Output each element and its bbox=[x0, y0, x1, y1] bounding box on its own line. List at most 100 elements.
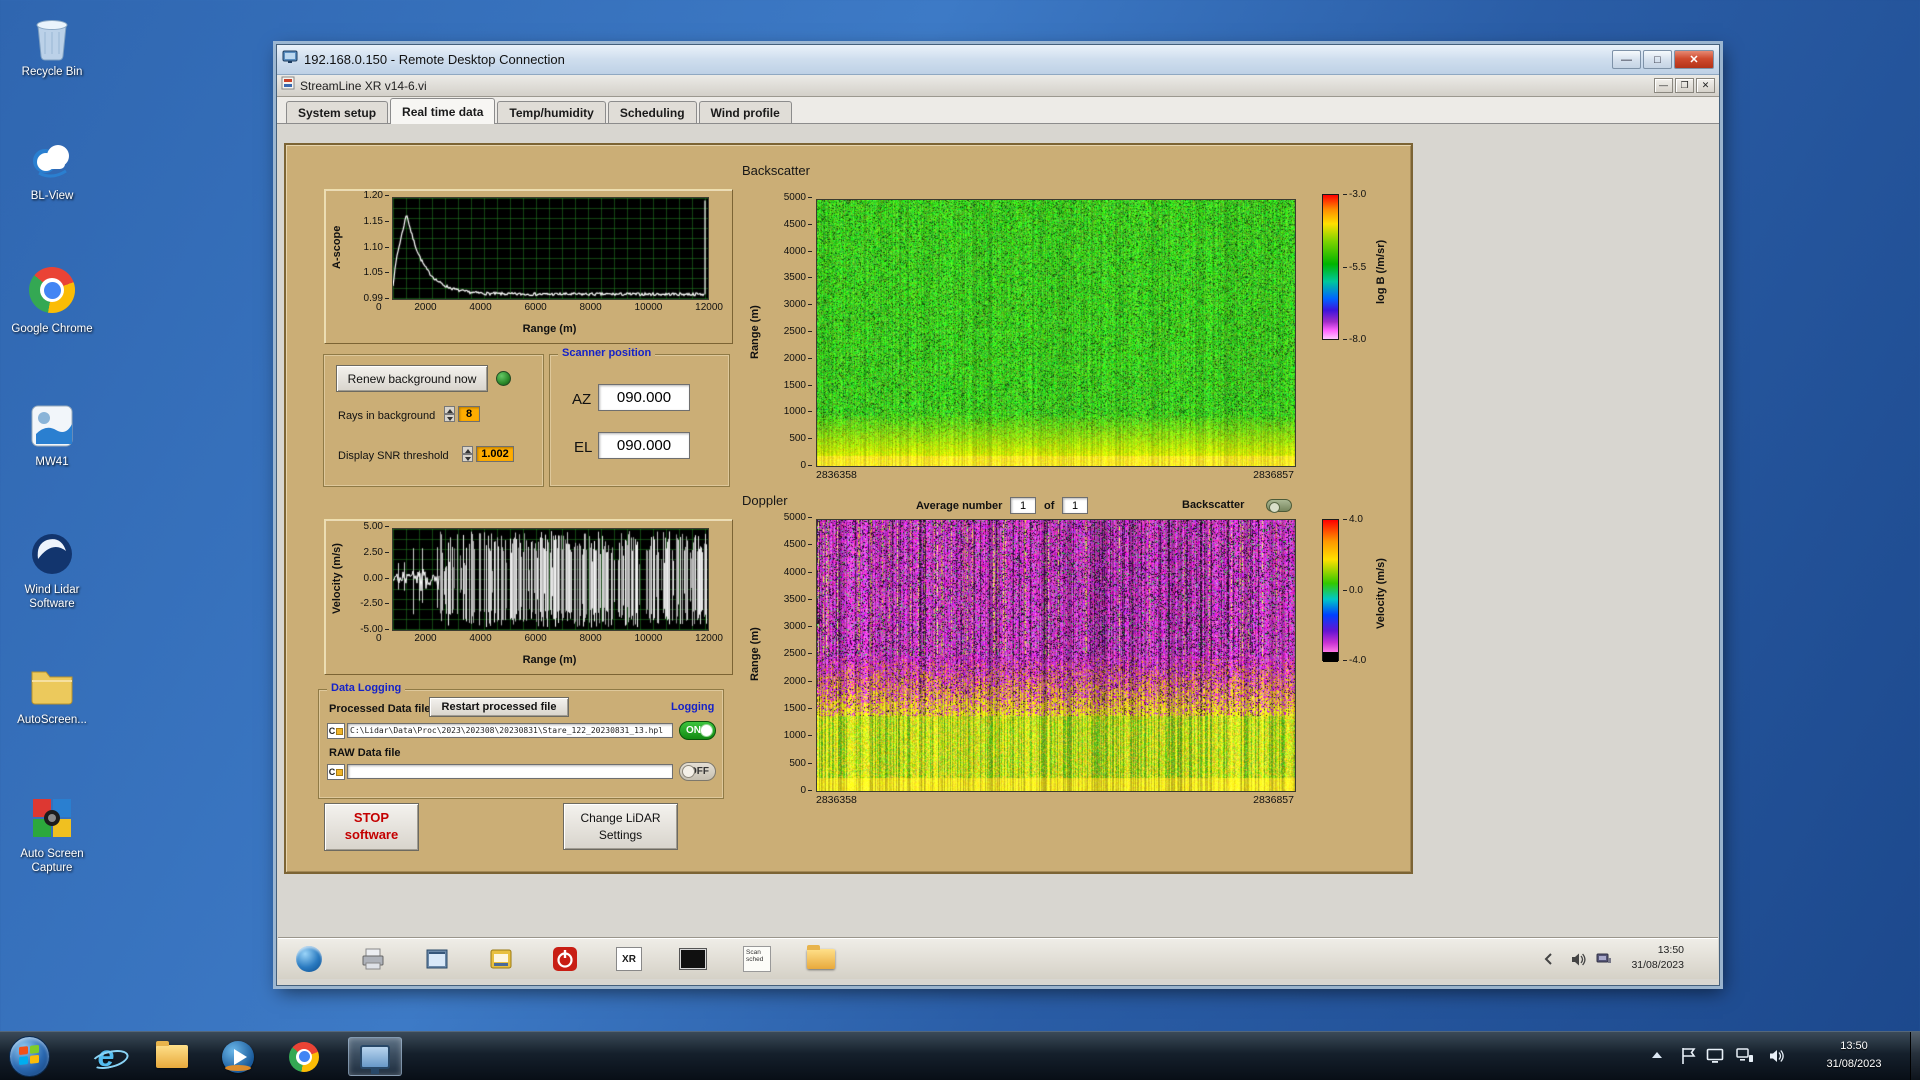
tab-scheduling[interactable]: Scheduling bbox=[607, 101, 697, 123]
tick-label: -2.50 bbox=[360, 599, 389, 609]
tick-label: 3500 bbox=[784, 594, 812, 605]
start-button[interactable] bbox=[9, 1036, 50, 1077]
chrome-icon bbox=[289, 1041, 319, 1072]
app-titlebar[interactable]: StreamLine XR v14-6.vi — ❐ ✕ bbox=[277, 75, 1719, 97]
remote-tray-chevron[interactable] bbox=[1542, 952, 1558, 968]
app-restore-button[interactable]: ❐ bbox=[1675, 78, 1694, 93]
backscatter-title: Backscatter bbox=[742, 163, 810, 178]
tick-label: 0.0 bbox=[1343, 585, 1366, 596]
restart-processed-file-button[interactable]: Restart processed file bbox=[429, 697, 569, 717]
remote-taskbar-app1[interactable] bbox=[420, 944, 454, 974]
taskbar-media-player[interactable] bbox=[216, 1037, 260, 1076]
taskbar-chrome[interactable] bbox=[282, 1037, 326, 1076]
desktop-icon-wind-lidar[interactable]: Wind Lidar Software bbox=[2, 528, 102, 612]
remote-taskbar-app2[interactable] bbox=[484, 944, 518, 974]
app-minimize-button[interactable]: — bbox=[1654, 78, 1673, 93]
remote-start-orb[interactable] bbox=[292, 944, 326, 974]
tray-network[interactable] bbox=[1736, 1048, 1754, 1069]
doppler-colorbar-ticks: 4.0 0.0 -4.0 bbox=[1343, 514, 1366, 666]
average-number-field[interactable]: 1 bbox=[1010, 497, 1036, 514]
tab-system-setup[interactable]: System setup bbox=[286, 101, 389, 123]
remote-taskbar-printer[interactable] bbox=[356, 944, 390, 974]
rdp-icon bbox=[282, 50, 298, 69]
el-value-field[interactable]: 090.000 bbox=[598, 432, 690, 459]
tab-label: System setup bbox=[298, 105, 377, 120]
remote-taskbar-console[interactable] bbox=[676, 944, 710, 974]
remote-clock[interactable]: 13:50 31/08/2023 bbox=[1631, 943, 1684, 973]
snr-spinner[interactable] bbox=[462, 446, 473, 462]
tick-label: 8000 bbox=[579, 302, 602, 313]
rdp-minimize-button[interactable]: — bbox=[1612, 50, 1641, 69]
tick-label: 0.00 bbox=[364, 573, 389, 584]
rdp-titlebar[interactable]: 192.168.0.150 - Remote Desktop Connectio… bbox=[277, 45, 1719, 75]
az-value-field[interactable]: 090.000 bbox=[598, 384, 690, 411]
remote-taskbar-scan-sched[interactable]: Scan sched bbox=[740, 944, 774, 974]
tray-volume[interactable] bbox=[1768, 1048, 1785, 1069]
ascope-xticks: 0 2000 4000 6000 8000 10000 12000 bbox=[376, 302, 723, 313]
raw-logging-toggle[interactable]: OFF bbox=[679, 762, 716, 781]
average-count-field[interactable]: 1 bbox=[1062, 497, 1088, 514]
taskbar-remote-desktop-active[interactable] bbox=[348, 1037, 402, 1076]
remote-taskbar: XR Scan sched 13:50 31/08/2023 bbox=[278, 938, 1718, 979]
desktop-icon-autoscreen[interactable]: AutoScreen... bbox=[2, 658, 102, 727]
internet-explorer-icon: e bbox=[97, 1039, 115, 1073]
logging-label: Logging bbox=[671, 701, 715, 713]
tray-action-center[interactable] bbox=[1680, 1047, 1697, 1070]
tab-wind-profile[interactable]: Wind profile bbox=[698, 101, 792, 123]
tab-real-time-data[interactable]: Real time data bbox=[390, 98, 496, 124]
monitor-icon bbox=[1706, 1048, 1724, 1063]
raw-drive-button[interactable]: C bbox=[327, 764, 345, 780]
desktop-icon-recycle-bin[interactable]: Recycle Bin bbox=[2, 10, 102, 79]
rdp-maximize-button[interactable]: □ bbox=[1643, 50, 1672, 69]
tick-label: -5.5 bbox=[1343, 262, 1366, 273]
change-lidar-settings-button[interactable]: Change LiDAR Settings bbox=[563, 803, 678, 850]
remote-tray-volume[interactable] bbox=[1570, 952, 1586, 968]
desktop-icon-auto-screen-capture[interactable]: Auto Screen Capture bbox=[2, 792, 102, 876]
snr-value-field[interactable]: 1.002 bbox=[476, 446, 514, 462]
app-close-button[interactable]: ✕ bbox=[1696, 78, 1715, 93]
desktop-icon-bl-view[interactable]: BL-View bbox=[2, 134, 102, 203]
doppler-colorbar-label: Velocity (m/s) bbox=[1375, 558, 1387, 630]
console-icon bbox=[680, 949, 706, 969]
renew-background-button[interactable]: Renew background now bbox=[336, 365, 488, 392]
stop-software-button[interactable]: STOP software bbox=[324, 803, 419, 851]
tab-temp-humidity[interactable]: Temp/humidity bbox=[497, 101, 606, 123]
backscatter-colorbar bbox=[1322, 194, 1339, 340]
tick-label: 4000 bbox=[784, 246, 812, 257]
processed-path-input[interactable]: C:\Lidar\Data\Proc\2023\202308\20230831\… bbox=[347, 723, 673, 738]
desktop-icon-label: BL-View bbox=[30, 190, 74, 202]
tick-label: 5.00 bbox=[364, 522, 389, 532]
backscatter-toggle[interactable] bbox=[1266, 499, 1292, 513]
raw-path-input[interactable] bbox=[347, 764, 673, 779]
desktop-icon-google-chrome[interactable]: Google Chrome bbox=[2, 264, 102, 336]
desktop-icon-mw41[interactable]: MW41 bbox=[2, 400, 102, 469]
taskbar-file-explorer[interactable] bbox=[150, 1037, 194, 1076]
rdp-close-button[interactable]: ✕ bbox=[1674, 50, 1714, 69]
doppler-xaxis: 2836358 2836857 bbox=[816, 794, 1294, 806]
tick-label: 5000 bbox=[784, 513, 812, 523]
tick-label: 2000 bbox=[784, 353, 812, 364]
tick-label: 10000 bbox=[634, 302, 663, 313]
taskbar-internet-explorer[interactable]: e bbox=[84, 1037, 128, 1076]
remote-tray-display[interactable] bbox=[1596, 952, 1612, 968]
tray-rdp-indicator[interactable] bbox=[1706, 1048, 1724, 1069]
taskbar-clock[interactable]: 13:50 31/08/2023 bbox=[1806, 1038, 1902, 1073]
remote-taskbar-xr-app[interactable]: XR bbox=[612, 944, 646, 974]
remote-taskbar-stop-app[interactable] bbox=[548, 944, 582, 974]
xr-glyph: XR bbox=[622, 953, 636, 965]
show-desktop-button[interactable] bbox=[1910, 1032, 1920, 1080]
tick-label: 1.15 bbox=[364, 216, 389, 227]
processed-logging-toggle[interactable]: ON bbox=[679, 721, 716, 740]
backscatter-yticks: 5000 4500 4000 3500 3000 2500 2000 1500 1000 500 0 bbox=[768, 193, 812, 471]
tick-label: 2000 bbox=[784, 676, 812, 687]
rays-value-field[interactable]: 8 bbox=[458, 406, 480, 422]
processed-drive-button[interactable]: C bbox=[327, 723, 345, 739]
tray-hidden-icons-chevron[interactable] bbox=[1652, 1052, 1662, 1058]
ascope-graph-frame: A-scope 1.20 1.15 1.10 1.05 0.99 0 2000 4000 60… bbox=[324, 189, 733, 344]
ascope-xlabel: Range (m) bbox=[522, 323, 577, 335]
rays-spinner[interactable] bbox=[444, 406, 455, 422]
remote-taskbar-folder[interactable] bbox=[804, 944, 838, 974]
tick-label: 4000 bbox=[784, 567, 812, 578]
doppler-canvas bbox=[816, 519, 1296, 792]
velocity-canvas bbox=[392, 528, 709, 631]
